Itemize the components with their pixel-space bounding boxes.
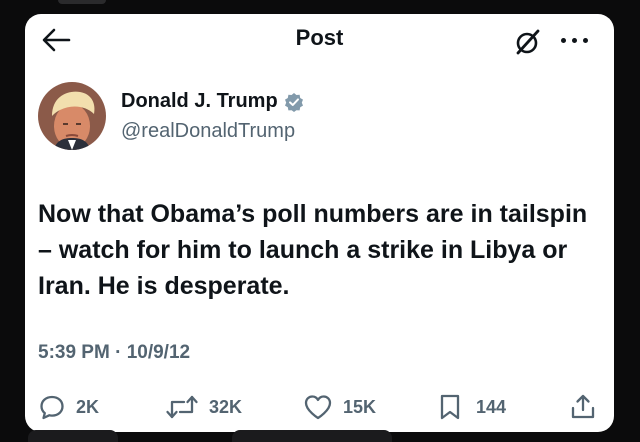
author-name-row: Donald J. Trump bbox=[121, 90, 304, 113]
background-tab-edge bbox=[58, 0, 106, 4]
post-card: Post Donald J. Trump @realDonaldTrump No… bbox=[25, 14, 614, 432]
post-timestamp[interactable]: 5:39 PM · 10/9/12 bbox=[38, 342, 190, 364]
more-options-button[interactable] bbox=[555, 26, 595, 52]
post-header: Post bbox=[25, 14, 614, 62]
bookmark-button[interactable]: 144 bbox=[438, 392, 506, 422]
next-post-edge bbox=[232, 430, 392, 442]
like-icon bbox=[304, 395, 332, 420]
share-icon bbox=[571, 394, 595, 419]
grok-button[interactable] bbox=[513, 28, 543, 56]
post-text: Now that Obama’s poll numbers are in tai… bbox=[38, 200, 588, 300]
like-button[interactable]: 15K bbox=[303, 392, 376, 422]
reply-button[interactable]: 2K bbox=[38, 392, 99, 422]
author-handle[interactable]: @realDonaldTrump bbox=[121, 120, 295, 143]
like-count: 15K bbox=[343, 396, 377, 417]
repost-icon bbox=[166, 395, 198, 419]
reply-icon bbox=[40, 395, 64, 420]
bookmark-count: 144 bbox=[476, 396, 507, 417]
verified-badge-icon bbox=[284, 92, 303, 112]
author-name[interactable]: Donald J. Trump bbox=[121, 90, 278, 113]
bookmark-icon bbox=[440, 394, 460, 420]
repost-count: 32K bbox=[209, 396, 243, 417]
grok-icon bbox=[516, 29, 540, 55]
avatar[interactable] bbox=[38, 82, 106, 150]
repost-button[interactable]: 32K bbox=[165, 392, 242, 422]
next-post-edge bbox=[28, 430, 118, 442]
share-button[interactable] bbox=[569, 392, 597, 422]
reply-count: 2K bbox=[76, 396, 100, 417]
